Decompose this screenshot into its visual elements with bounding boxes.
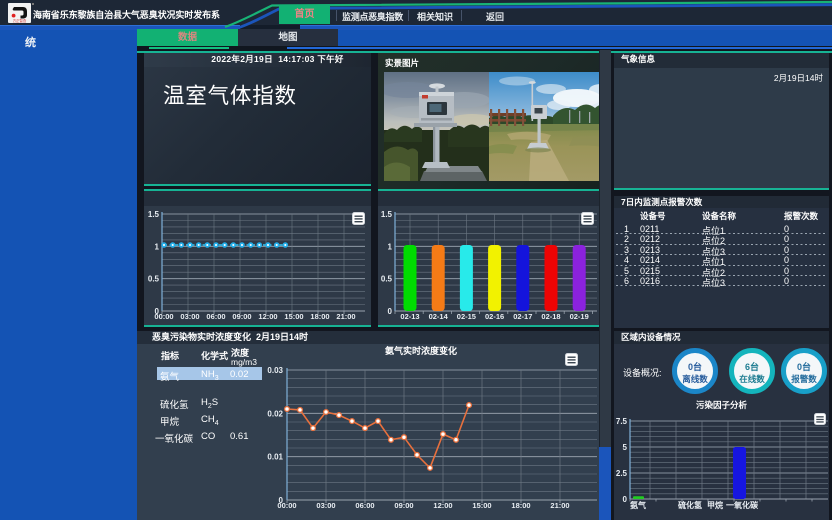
svg-text:0.5: 0.5 [381,275,393,284]
svg-text:03:00: 03:00 [316,501,335,510]
svg-text:02-19: 02-19 [570,312,589,321]
svg-text:0.5: 0.5 [148,275,160,284]
svg-text:12:00: 12:00 [433,501,452,510]
svg-text:00:00: 00:00 [277,501,296,510]
svg-text:06:00: 06:00 [206,312,225,321]
svg-text:1.5: 1.5 [148,210,160,219]
svg-text:方正智查: 方正智查 [13,18,27,23]
svg-text:氨气: 氨气 [630,500,646,510]
svg-text:21:00: 21:00 [550,501,569,510]
svg-text:06:00: 06:00 [355,501,374,510]
svg-text:甲烷: 甲烷 [707,500,723,510]
svg-text:02-15: 02-15 [457,312,476,321]
svg-text:02-18: 02-18 [541,312,560,321]
svg-text:0.03: 0.03 [267,366,283,375]
svg-text:03:00: 03:00 [180,312,199,321]
svg-text:0: 0 [388,307,393,316]
svg-text:02-16: 02-16 [485,312,504,321]
svg-text:0.02: 0.02 [267,409,283,418]
svg-text:一氧化碳: 一氧化碳 [726,500,759,510]
svg-text:12:00: 12:00 [258,312,277,321]
svg-text:21:00: 21:00 [336,312,355,321]
svg-text:0.01: 0.01 [267,453,283,462]
svg-text:2.5: 2.5 [616,469,628,478]
svg-text:02-13: 02-13 [400,312,419,321]
svg-text:7.5: 7.5 [616,417,628,426]
svg-text:09:00: 09:00 [232,312,251,321]
svg-text:18:00: 18:00 [310,312,329,321]
svg-text:15:00: 15:00 [472,501,491,510]
svg-text:0: 0 [623,495,628,504]
svg-text:09:00: 09:00 [394,501,413,510]
svg-text:1.5: 1.5 [381,210,393,219]
svg-text:1: 1 [155,242,160,251]
svg-text:1: 1 [388,242,393,251]
svg-text:15:00: 15:00 [284,312,303,321]
svg-text:00:00: 00:00 [154,312,173,321]
svg-text:硫化氢: 硫化氢 [678,500,702,510]
svg-text:18:00: 18:00 [511,501,530,510]
svg-text:5: 5 [623,443,628,452]
svg-text:02-17: 02-17 [513,312,532,321]
svg-text:02-14: 02-14 [429,312,449,321]
